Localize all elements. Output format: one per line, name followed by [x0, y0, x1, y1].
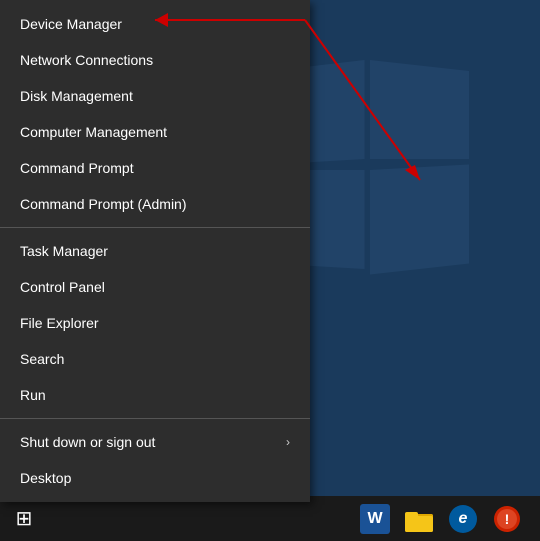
menu-item-task-manager[interactable]: Task Manager — [0, 233, 310, 269]
taskbar: ⊞ W e ! — [0, 496, 540, 541]
menu-item-control-panel[interactable]: Control Panel — [0, 269, 310, 305]
menu-item-command-prompt-admin[interactable]: Command Prompt (Admin) — [0, 186, 310, 222]
taskbar-icon-security[interactable]: ! — [486, 499, 528, 539]
menu-item-command-prompt-label: Command Prompt — [20, 160, 134, 176]
menu-item-run[interactable]: Run — [0, 377, 310, 413]
start-icon: ⊞ — [16, 506, 33, 531]
context-menu: Device Manager Network Connections Disk … — [0, 0, 310, 502]
menu-item-task-manager-label: Task Manager — [20, 243, 108, 259]
menu-item-device-manager[interactable]: Device Manager — [0, 6, 310, 42]
taskbar-icon-file-explorer[interactable] — [398, 499, 440, 539]
menu-item-file-explorer-label: File Explorer — [20, 315, 99, 331]
taskbar-icon-ie[interactable]: e — [442, 499, 484, 539]
start-button[interactable]: ⊞ — [4, 499, 44, 539]
security-icon: ! — [493, 505, 521, 533]
submenu-chevron-icon: › — [286, 435, 290, 449]
svg-text:!: ! — [505, 511, 510, 527]
menu-item-computer-management[interactable]: Computer Management — [0, 114, 310, 150]
menu-item-disk-management-label: Disk Management — [20, 88, 133, 104]
menu-item-search-label: Search — [20, 351, 64, 367]
menu-item-run-label: Run — [20, 387, 46, 403]
menu-divider-2 — [0, 418, 310, 419]
ie-icon: e — [449, 505, 477, 533]
taskbar-icons: W e ! — [354, 499, 536, 539]
menu-item-control-panel-label: Control Panel — [20, 279, 105, 295]
menu-item-device-manager-label: Device Manager — [20, 16, 122, 32]
menu-item-shut-down[interactable]: Shut down or sign out › — [0, 424, 310, 460]
folder-icon — [405, 506, 433, 532]
word-icon: W — [360, 504, 390, 534]
menu-item-command-prompt[interactable]: Command Prompt — [0, 150, 310, 186]
menu-item-search[interactable]: Search — [0, 341, 310, 377]
menu-item-desktop[interactable]: Desktop — [0, 460, 310, 496]
menu-item-file-explorer[interactable]: File Explorer — [0, 305, 310, 341]
menu-item-network-connections[interactable]: Network Connections — [0, 42, 310, 78]
taskbar-icon-word[interactable]: W — [354, 499, 396, 539]
menu-item-disk-management[interactable]: Disk Management — [0, 78, 310, 114]
menu-item-network-connections-label: Network Connections — [20, 52, 153, 68]
menu-item-shut-down-label: Shut down or sign out — [20, 434, 155, 450]
menu-item-desktop-label: Desktop — [20, 470, 71, 486]
menu-item-computer-management-label: Computer Management — [20, 124, 167, 140]
menu-divider-1 — [0, 227, 310, 228]
menu-item-command-prompt-admin-label: Command Prompt (Admin) — [20, 196, 187, 212]
